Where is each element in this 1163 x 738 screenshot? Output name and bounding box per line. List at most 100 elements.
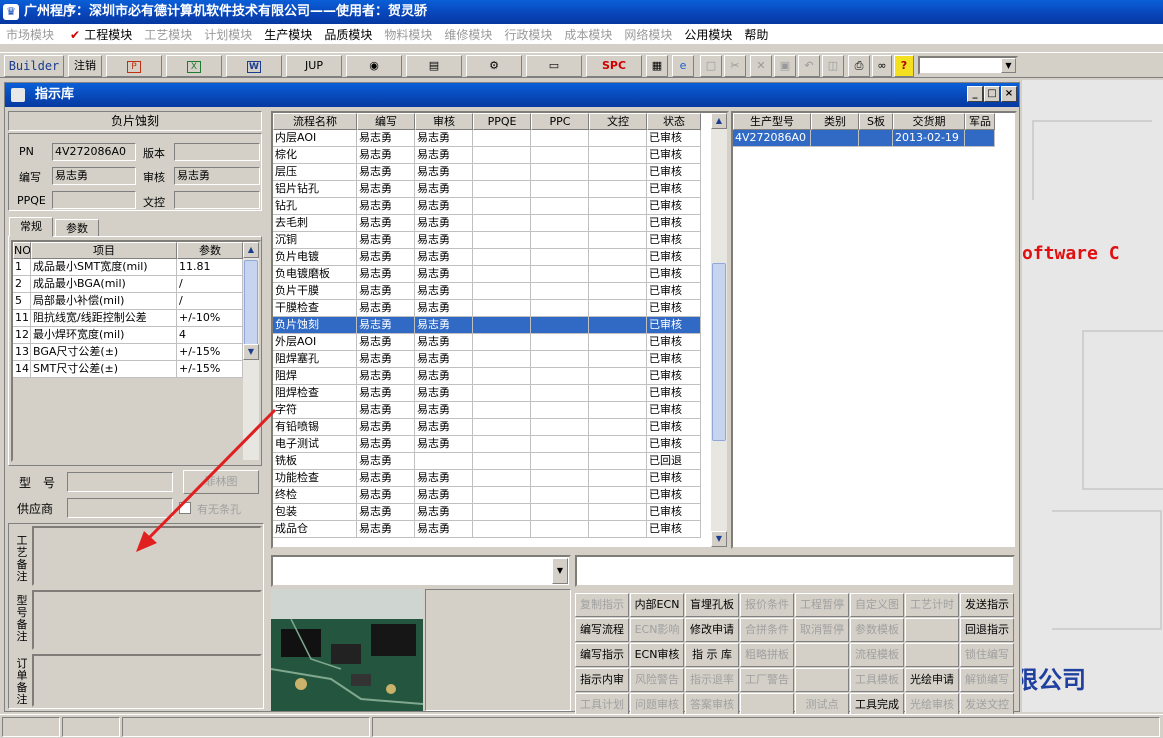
logout-button[interactable]: 注销: [68, 55, 102, 77]
model-memo-field[interactable]: [32, 590, 262, 650]
function-button[interactable]: 发送指示: [960, 593, 1014, 617]
close-button[interactable]: ×: [1001, 86, 1017, 102]
menu-item-12[interactable]: 帮助: [738, 26, 774, 43]
process-row[interactable]: 干膜检查 易志勇 易志勇 已审核: [273, 300, 701, 317]
process-row[interactable]: 铣板 易志勇 已回退: [273, 453, 701, 470]
word-button[interactable]: W: [226, 55, 282, 77]
process-row[interactable]: 铝片钻孔 易志勇 易志勇 已审核: [273, 181, 701, 198]
function-button[interactable]: 复制指示: [575, 593, 629, 617]
doc-control-field[interactable]: [174, 191, 260, 209]
delete-button[interactable]: ✕: [750, 55, 772, 77]
function-button[interactable]: 光绘申请: [905, 668, 959, 692]
note-field[interactable]: [575, 555, 1015, 587]
process-row[interactable]: 内层AOI 易志勇 易志勇 已审核: [273, 130, 701, 147]
params-col-header[interactable]: 参数: [177, 242, 243, 259]
process-row[interactable]: 功能检查 易志勇 易志勇 已审核: [273, 470, 701, 487]
jup-button[interactable]: JUP: [286, 55, 342, 77]
process-row[interactable]: 负电镀磨板 易志勇 易志勇 已审核: [273, 266, 701, 283]
params-row[interactable]: 1 成品最小SMT宽度(mil) 11.81: [13, 259, 243, 276]
function-button[interactable]: 指示退率: [685, 668, 739, 692]
process-row[interactable]: 负片蚀刻 易志勇 易志勇 已审核: [273, 317, 701, 334]
help-button[interactable]: ?: [894, 55, 914, 77]
filter-combo[interactable]: ▼: [271, 555, 571, 587]
process-col-header[interactable]: 编写: [357, 113, 415, 130]
menu-item-5[interactable]: 品质模块: [318, 26, 378, 43]
dropdown-arrow-icon[interactable]: ▼: [552, 558, 568, 584]
ppt-button[interactable]: P: [106, 55, 162, 77]
function-button[interactable]: ECN审核: [630, 643, 684, 667]
menu-item-1[interactable]: ✔ 工程模块: [60, 26, 138, 43]
ppqe-field[interactable]: [52, 191, 136, 209]
process-row[interactable]: 有铅喷锡 易志勇 易志勇 已审核: [273, 419, 701, 436]
eye-button[interactable]: ◉: [346, 55, 402, 77]
params-row[interactable]: 5 局部最小补偿(mil) /: [13, 293, 243, 310]
pn-field[interactable]: 4V272086A0: [52, 143, 136, 161]
function-button[interactable]: [795, 643, 849, 667]
function-button[interactable]: [905, 618, 959, 642]
process-row[interactable]: 去毛刺 易志勇 易志勇 已审核: [273, 215, 701, 232]
menu-item-6[interactable]: 物料模块: [378, 26, 438, 43]
monitor-button[interactable]: ▭: [526, 55, 582, 77]
ie-button[interactable]: e: [672, 55, 694, 77]
scroll-down-icon[interactable]: ▼: [243, 344, 259, 360]
process-row[interactable]: 阻焊塞孔 易志勇 易志勇 已审核: [273, 351, 701, 368]
model-col-header[interactable]: 交货期: [893, 113, 965, 130]
function-button[interactable]: ECN影响: [630, 618, 684, 642]
params-row[interactable]: 13 BGA尺寸公差(±) +/-15%: [13, 344, 243, 361]
function-button[interactable]: 粗略拼板: [740, 643, 794, 667]
author-field[interactable]: 易志勇: [52, 167, 136, 185]
function-button[interactable]: [905, 643, 959, 667]
menu-item-8[interactable]: 行政模块: [498, 26, 558, 43]
process-row[interactable]: 层压 易志勇 易志勇 已审核: [273, 164, 701, 181]
minimize-button[interactable]: _: [967, 86, 983, 102]
menu-item-7[interactable]: 维修模块: [438, 26, 498, 43]
network-button[interactable]: ⚙: [466, 55, 522, 77]
process-row[interactable]: 沉铜 易志勇 易志勇 已审核: [273, 232, 701, 249]
scroll-up-icon[interactable]: ▲: [711, 113, 727, 129]
function-button[interactable]: 自定义图: [850, 593, 904, 617]
function-button[interactable]: 工程暂停: [795, 593, 849, 617]
process-scrollbar[interactable]: ▲ ▼: [711, 113, 727, 547]
tab-params[interactable]: 参数: [55, 219, 99, 237]
params-row[interactable]: 2 成品最小BGA(mil) /: [13, 276, 243, 293]
process-row[interactable]: 包装 易志勇 易志勇 已审核: [273, 504, 701, 521]
scroll-up-icon[interactable]: ▲: [243, 242, 259, 258]
function-button[interactable]: 盲埋孔板: [685, 593, 739, 617]
toolbar-dropdown[interactable]: ▼: [918, 56, 1018, 75]
model-col-header[interactable]: 生产型号: [733, 113, 811, 130]
find-button[interactable]: ∞: [872, 55, 892, 77]
function-button[interactable]: 指 示 库: [685, 643, 739, 667]
menu-item-3[interactable]: 计划模块: [198, 26, 258, 43]
function-button[interactable]: 报价条件: [740, 593, 794, 617]
maximize-button[interactable]: □: [984, 86, 1000, 102]
function-button[interactable]: [795, 668, 849, 692]
process-row[interactable]: 阻焊 易志勇 易志勇 已审核: [273, 368, 701, 385]
params-col-header[interactable]: NO: [13, 242, 31, 259]
version-field[interactable]: [174, 143, 260, 161]
scroll-thumb[interactable]: [712, 263, 726, 441]
function-button[interactable]: 编写指示: [575, 643, 629, 667]
process-col-header[interactable]: PPQE: [473, 113, 531, 130]
function-button[interactable]: 锁住编写: [960, 643, 1014, 667]
process-row[interactable]: 负片电镀 易志勇 易志勇 已审核: [273, 249, 701, 266]
process-col-header[interactable]: 流程名称: [273, 113, 357, 130]
new-button[interactable]: □: [700, 55, 722, 77]
function-button[interactable]: 回退指示: [960, 618, 1014, 642]
function-button[interactable]: 修改申请: [685, 618, 739, 642]
function-button[interactable]: 取消暂停: [795, 618, 849, 642]
function-button[interactable]: 参数模板: [850, 618, 904, 642]
scroll-down-icon[interactable]: ▼: [711, 531, 727, 547]
params-row[interactable]: 14 SMT尺寸公差(±) +/-15%: [13, 361, 243, 378]
process-row[interactable]: 成品仓 易志勇 易志勇 已审核: [273, 521, 701, 538]
params-row[interactable]: 12 最小焊环宽度(mil) 4: [13, 327, 243, 344]
params-row[interactable]: 11 阻抗线宽/线距控制公差 +/-10%: [13, 310, 243, 327]
print-button[interactable]: ⎙: [848, 55, 870, 77]
process-row[interactable]: 阻焊检查 易志勇 易志勇 已审核: [273, 385, 701, 402]
process-col-header[interactable]: PPC: [531, 113, 589, 130]
menu-item-4[interactable]: 生产模块: [258, 26, 318, 43]
model-col-header[interactable]: 类别: [811, 113, 859, 130]
menu-item-0[interactable]: 市场模块: [0, 26, 60, 43]
function-button[interactable]: 风险警告: [630, 668, 684, 692]
process-row[interactable]: 棕化 易志勇 易志勇 已审核: [273, 147, 701, 164]
function-button[interactable]: 流程模板: [850, 643, 904, 667]
